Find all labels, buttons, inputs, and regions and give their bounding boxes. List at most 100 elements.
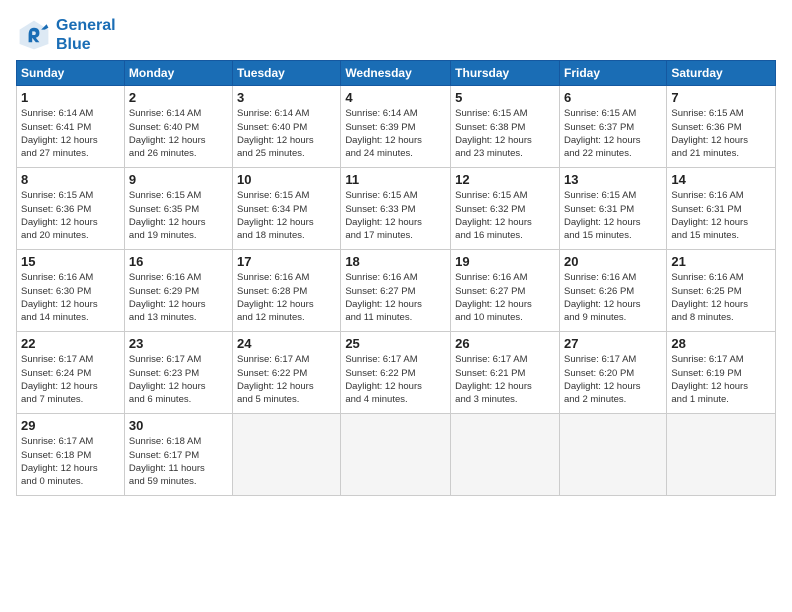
day-info: Sunrise: 6:16 AM Sunset: 6:27 PM Dayligh… [345,271,446,324]
calendar-day-cell: 16 Sunrise: 6:16 AM Sunset: 6:29 PM Dayli… [124,250,232,332]
day-info: Sunrise: 6:16 AM Sunset: 6:28 PM Dayligh… [237,271,336,324]
day-number: 3 [237,90,336,105]
day-info: Sunrise: 6:16 AM Sunset: 6:31 PM Dayligh… [671,189,771,242]
calendar-day-cell: 8Sunrise: 6:15 AM Sunset: 6:36 PM Daylig… [17,168,125,250]
day-number: 20 [564,254,662,269]
weekday-header-sunday: Sunday [17,61,125,86]
logo-text: General Blue [56,16,116,54]
calendar-day-cell: 25 Sunrise: 6:17 AM Sunset: 6:22 PM Dayli… [341,332,451,414]
day-info: Sunrise: 6:15 AM Sunset: 6:33 PM Dayligh… [345,189,446,242]
calendar-day-cell: 5 Sunrise: 6:15 AM Sunset: 6:38 PM Daylig… [451,86,560,168]
day-info: Sunrise: 6:15 AM Sunset: 6:36 PM Dayligh… [21,189,120,242]
day-info: Sunrise: 6:17 AM Sunset: 6:23 PM Dayligh… [129,353,228,406]
day-number: 25 [345,336,446,351]
calendar-day-cell: 2 Sunrise: 6:14 AM Sunset: 6:40 PM Daylig… [124,86,232,168]
calendar-day-cell: 7 Sunrise: 6:15 AM Sunset: 6:36 PM Daylig… [667,86,776,168]
weekday-header-thursday: Thursday [451,61,560,86]
calendar-day-cell: 19Sunrise: 6:16 AM Sunset: 6:27 PM Dayli… [451,250,560,332]
calendar-week-row: 8Sunrise: 6:15 AM Sunset: 6:36 PM Daylig… [17,168,776,250]
day-number: 5 [455,90,555,105]
calendar-day-cell: 29 Sunrise: 6:17 AM Sunset: 6:18 PM Dayli… [17,414,125,496]
calendar-week-row: 29 Sunrise: 6:17 AM Sunset: 6:18 PM Dayli… [17,414,776,496]
calendar-week-row: 1 Sunrise: 6:14 AM Sunset: 6:41 PM Daylig… [17,86,776,168]
weekday-header-tuesday: Tuesday [233,61,341,86]
calendar-day-cell [559,414,666,496]
day-number: 29 [21,418,120,433]
day-info: Sunrise: 6:17 AM Sunset: 6:22 PM Dayligh… [237,353,336,406]
day-number: 17 [237,254,336,269]
weekday-header-wednesday: Wednesday [341,61,451,86]
day-info: Sunrise: 6:15 AM Sunset: 6:34 PM Dayligh… [237,189,336,242]
day-number: 11 [345,172,446,187]
calendar-week-row: 15Sunrise: 6:16 AM Sunset: 6:30 PM Dayli… [17,250,776,332]
day-info: Sunrise: 6:15 AM Sunset: 6:38 PM Dayligh… [455,107,555,160]
day-number: 27 [564,336,662,351]
calendar-day-cell: 28 Sunrise: 6:17 AM Sunset: 6:19 PM Dayli… [667,332,776,414]
day-info: Sunrise: 6:17 AM Sunset: 6:21 PM Dayligh… [455,353,555,406]
page: General Blue SundayMondayTuesdayWednesda… [0,0,792,612]
day-number: 7 [671,90,771,105]
day-number: 4 [345,90,446,105]
day-info: Sunrise: 6:15 AM Sunset: 6:32 PM Dayligh… [455,189,555,242]
logo: General Blue [16,16,116,54]
day-info: Sunrise: 6:14 AM Sunset: 6:41 PM Dayligh… [21,107,120,160]
day-info: Sunrise: 6:15 AM Sunset: 6:35 PM Dayligh… [129,189,228,242]
calendar-day-cell [667,414,776,496]
calendar-day-cell: 22Sunrise: 6:17 AM Sunset: 6:24 PM Dayli… [17,332,125,414]
day-number: 12 [455,172,555,187]
day-number: 16 [129,254,228,269]
calendar-day-cell: 14 Sunrise: 6:16 AM Sunset: 6:31 PM Dayli… [667,168,776,250]
day-info: Sunrise: 6:16 AM Sunset: 6:29 PM Dayligh… [129,271,228,324]
weekday-header-monday: Monday [124,61,232,86]
calendar-day-cell: 12 Sunrise: 6:15 AM Sunset: 6:32 PM Dayli… [451,168,560,250]
calendar-week-row: 22Sunrise: 6:17 AM Sunset: 6:24 PM Dayli… [17,332,776,414]
day-info: Sunrise: 6:17 AM Sunset: 6:24 PM Dayligh… [21,353,120,406]
day-number: 15 [21,254,120,269]
calendar-day-cell: 1 Sunrise: 6:14 AM Sunset: 6:41 PM Daylig… [17,86,125,168]
day-info: Sunrise: 6:17 AM Sunset: 6:18 PM Dayligh… [21,435,120,488]
logo-icon [16,17,52,53]
calendar-table: SundayMondayTuesdayWednesdayThursdayFrid… [16,60,776,496]
calendar-day-cell: 21 Sunrise: 6:16 AM Sunset: 6:25 PM Dayli… [667,250,776,332]
day-info: Sunrise: 6:17 AM Sunset: 6:19 PM Dayligh… [671,353,771,406]
day-number: 30 [129,418,228,433]
day-number: 10 [237,172,336,187]
day-number: 6 [564,90,662,105]
day-info: Sunrise: 6:15 AM Sunset: 6:36 PM Dayligh… [671,107,771,160]
day-number: 21 [671,254,771,269]
calendar-day-cell: 4Sunrise: 6:14 AM Sunset: 6:39 PM Daylig… [341,86,451,168]
weekday-header-friday: Friday [559,61,666,86]
day-number: 26 [455,336,555,351]
calendar-day-cell: 6Sunrise: 6:15 AM Sunset: 6:37 PM Daylig… [559,86,666,168]
calendar-day-cell [451,414,560,496]
calendar-day-cell: 15Sunrise: 6:16 AM Sunset: 6:30 PM Dayli… [17,250,125,332]
day-number: 28 [671,336,771,351]
calendar-day-cell: 26 Sunrise: 6:17 AM Sunset: 6:21 PM Dayli… [451,332,560,414]
calendar-day-cell: 18 Sunrise: 6:16 AM Sunset: 6:27 PM Dayli… [341,250,451,332]
calendar-day-cell: 17 Sunrise: 6:16 AM Sunset: 6:28 PM Dayli… [233,250,341,332]
weekday-header-row: SundayMondayTuesdayWednesdayThursdayFrid… [17,61,776,86]
calendar-day-cell [233,414,341,496]
calendar-day-cell: 13 Sunrise: 6:15 AM Sunset: 6:31 PM Dayli… [559,168,666,250]
day-info: Sunrise: 6:14 AM Sunset: 6:40 PM Dayligh… [237,107,336,160]
day-info: Sunrise: 6:15 AM Sunset: 6:31 PM Dayligh… [564,189,662,242]
calendar-day-cell: 27 Sunrise: 6:17 AM Sunset: 6:20 PM Dayli… [559,332,666,414]
day-info: Sunrise: 6:17 AM Sunset: 6:20 PM Dayligh… [564,353,662,406]
day-info: Sunrise: 6:17 AM Sunset: 6:22 PM Dayligh… [345,353,446,406]
calendar-day-cell [341,414,451,496]
day-number: 14 [671,172,771,187]
day-number: 1 [21,90,120,105]
day-number: 19 [455,254,555,269]
day-number: 24 [237,336,336,351]
calendar-day-cell: 10 Sunrise: 6:15 AM Sunset: 6:34 PM Dayli… [233,168,341,250]
day-number: 18 [345,254,446,269]
header: General Blue [16,16,776,54]
day-info: Sunrise: 6:14 AM Sunset: 6:40 PM Dayligh… [129,107,228,160]
day-info: Sunrise: 6:16 AM Sunset: 6:25 PM Dayligh… [671,271,771,324]
day-number: 13 [564,172,662,187]
calendar-day-cell: 9Sunrise: 6:15 AM Sunset: 6:35 PM Daylig… [124,168,232,250]
calendar-day-cell: 24 Sunrise: 6:17 AM Sunset: 6:22 PM Dayli… [233,332,341,414]
weekday-header-saturday: Saturday [667,61,776,86]
day-number: 2 [129,90,228,105]
day-info: Sunrise: 6:18 AM Sunset: 6:17 PM Dayligh… [129,435,228,488]
